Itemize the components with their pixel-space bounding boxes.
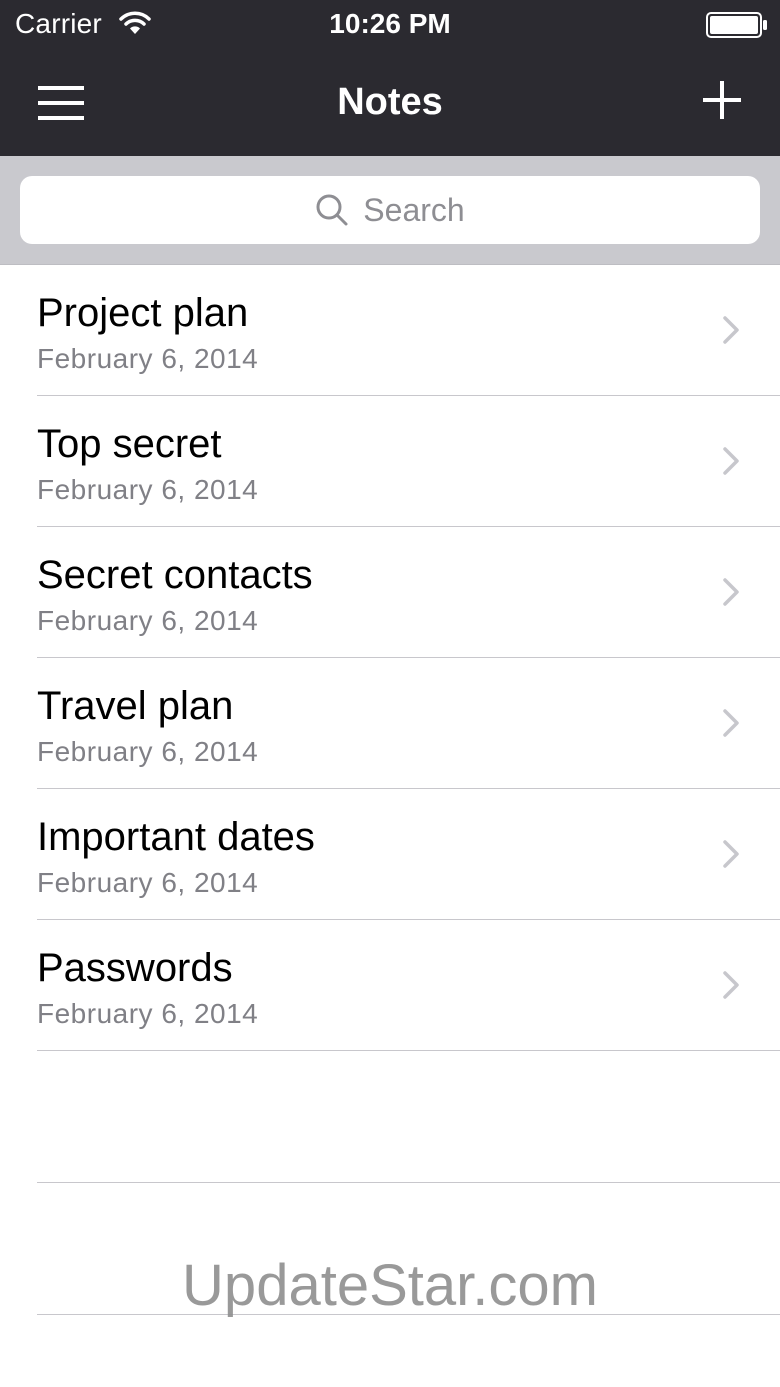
add-note-button[interactable]	[690, 66, 756, 132]
status-bar: Carrier 10:26 PM	[0, 0, 780, 50]
note-title: Secret contacts	[37, 553, 313, 597]
note-title: Important dates	[37, 815, 315, 859]
note-date: February 6, 2014	[37, 998, 259, 1029]
note-title: Project plan	[37, 291, 249, 335]
note-date: February 6, 2014	[37, 474, 259, 505]
page-title: Notes	[337, 81, 443, 123]
battery-full-icon	[706, 12, 767, 38]
list-item[interactable]: Secret contacts February 6, 2014	[37, 527, 780, 658]
note-date: February 6, 2014	[37, 736, 259, 767]
notes-list: Project plan February 6, 2014 Top secret…	[0, 265, 780, 1315]
watermark: UpdateStar.com	[182, 1253, 598, 1318]
list-item[interactable]: Top secret February 6, 2014	[37, 396, 780, 527]
empty-list-row	[37, 1051, 780, 1183]
chevron-right-icon	[723, 840, 739, 868]
note-date: February 6, 2014	[37, 867, 259, 898]
list-item[interactable]: Travel plan February 6, 2014	[37, 658, 780, 789]
note-date: February 6, 2014	[37, 605, 259, 636]
nav-bar: Notes	[0, 50, 780, 156]
search-icon	[316, 194, 348, 226]
chevron-right-icon	[723, 709, 739, 737]
list-item[interactable]: Project plan February 6, 2014	[37, 265, 780, 396]
status-time: 10:26 PM	[329, 8, 451, 39]
chevron-right-icon	[723, 316, 739, 344]
note-date: February 6, 2014	[37, 343, 259, 374]
note-title: Top secret	[37, 422, 222, 466]
search-bar-container: Search	[0, 156, 780, 265]
note-title: Travel plan	[37, 684, 234, 728]
note-title: Passwords	[37, 946, 233, 990]
list-item[interactable]: Important dates February 6, 2014	[37, 789, 780, 920]
chevron-right-icon	[723, 971, 739, 999]
list-item[interactable]: Passwords February 6, 2014	[37, 920, 780, 1051]
search-input[interactable]: Search	[20, 176, 760, 244]
chevron-right-icon	[723, 447, 739, 475]
search-placeholder: Search	[363, 191, 465, 228]
chevron-right-icon	[723, 578, 739, 606]
